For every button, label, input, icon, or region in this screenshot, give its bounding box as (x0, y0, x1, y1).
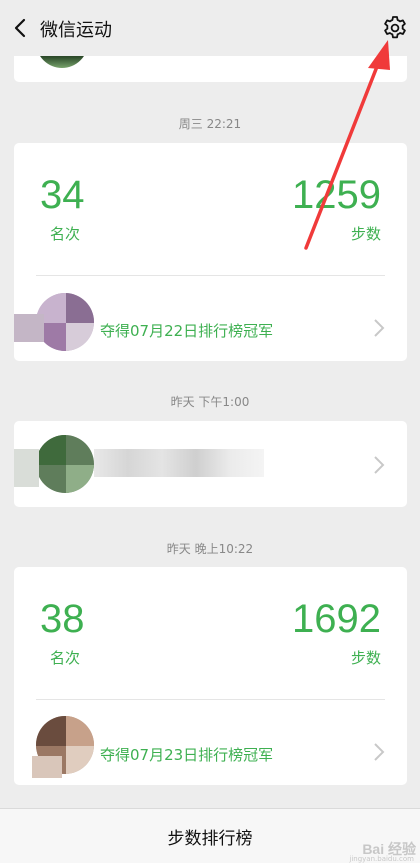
champion-text: 夺得07月23日排行榜冠军 (100, 746, 274, 764)
rank-value: 34 (40, 173, 85, 217)
champion-text: 夺得07月22日排行榜冠军 (100, 322, 274, 340)
blur-mosaic (14, 314, 44, 342)
entry-timestamp: 周三 22:21 (178, 117, 242, 131)
chevron-right-icon (374, 319, 385, 337)
rank-label: 名次 (50, 649, 81, 667)
steps-label: 步数 (350, 649, 381, 667)
steps-label: 步数 (350, 225, 381, 243)
blur-mosaic (14, 449, 39, 487)
rank-card: 38 名次 1692 步数 夺得07月23日排行榜冠军 (14, 567, 407, 785)
leaderboard-bar[interactable]: 步数排行榜 Bai 经验 jingyan.baidu.com (0, 808, 420, 863)
champion-row[interactable]: 夺得07月22日排行榜冠军 (14, 276, 407, 361)
entry-timestamp: 昨天 晚上10:22 (166, 542, 254, 556)
rank-card: 34 名次 1259 步数 夺得07月22日排行榜冠军 (14, 143, 407, 361)
watermark-url: jingyan.baidu.com (349, 855, 414, 863)
back-arrow-icon[interactable] (10, 16, 32, 40)
blur-mosaic (94, 449, 264, 477)
page-title: 微信运动 (40, 20, 112, 41)
chevron-right-icon (374, 456, 385, 474)
avatar (36, 435, 94, 493)
rank-value: 38 (40, 597, 85, 641)
steps-value: 1692 (292, 597, 381, 641)
leaderboard-button-label: 步数排行榜 (167, 828, 253, 849)
settings-gear-icon[interactable] (382, 15, 408, 41)
activity-card[interactable] (14, 421, 407, 507)
avatar (36, 293, 94, 351)
rank-label: 名次 (50, 225, 81, 243)
blur-mosaic (32, 756, 62, 778)
champion-row[interactable]: 夺得07月23日排行榜冠军 (14, 700, 407, 785)
chevron-right-icon (374, 743, 385, 761)
steps-value: 1259 (292, 173, 381, 217)
top-nav-bar: 微信运动 (0, 0, 420, 56)
entry-timestamp: 昨天 下午1:00 (170, 395, 250, 409)
